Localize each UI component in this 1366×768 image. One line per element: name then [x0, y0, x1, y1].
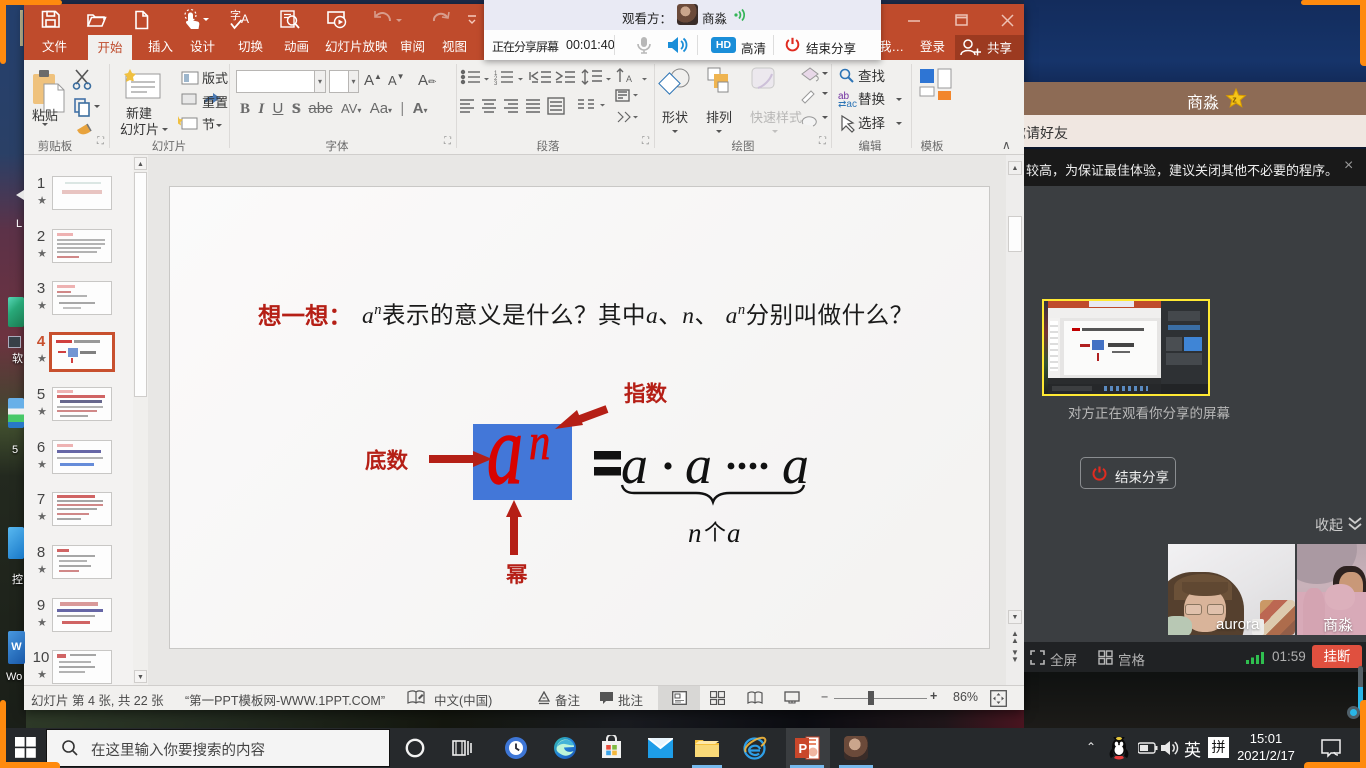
- svg-text:指数: 指数: [624, 382, 668, 406]
- svg-text:幻灯片: 幻灯片: [120, 122, 159, 137]
- svg-text:P: P: [799, 741, 808, 756]
- svg-text:快速样式: 快速样式: [750, 110, 802, 125]
- svg-text:n: n: [529, 414, 550, 471]
- svg-text:幂: 幂: [506, 563, 528, 587]
- svg-text:新建: 新建: [126, 106, 152, 121]
- svg-text:共享: 共享: [987, 41, 1012, 56]
- svg-text:选择: 选择: [858, 116, 886, 131]
- svg-text:A: A: [626, 74, 632, 84]
- svg-text:排列: 排列: [706, 110, 732, 125]
- svg-text:a: a: [621, 435, 648, 495]
- svg-text:重置: 重置: [202, 95, 228, 110]
- svg-text:a: a: [487, 393, 523, 504]
- svg-text:a: a: [727, 518, 741, 548]
- svg-text:⇄ac: ⇄ac: [838, 99, 857, 110]
- svg-text:n: n: [688, 518, 702, 548]
- svg-text:形状: 形状: [662, 110, 688, 125]
- svg-text:替换: 替换: [858, 92, 886, 107]
- svg-text:查找: 查找: [858, 69, 886, 84]
- svg-text:版式: 版式: [202, 71, 228, 86]
- svg-text:底数: 底数: [365, 448, 409, 473]
- svg-text:z: z: [1232, 95, 1237, 105]
- svg-text:个: 个: [704, 520, 726, 545]
- svg-text:粘贴: 粘贴: [32, 108, 58, 123]
- svg-text:a: a: [685, 435, 712, 495]
- svg-text:3: 3: [494, 81, 498, 87]
- svg-text:A: A: [241, 12, 249, 26]
- svg-text:节: 节: [202, 117, 215, 132]
- svg-text:字: 字: [230, 8, 241, 22]
